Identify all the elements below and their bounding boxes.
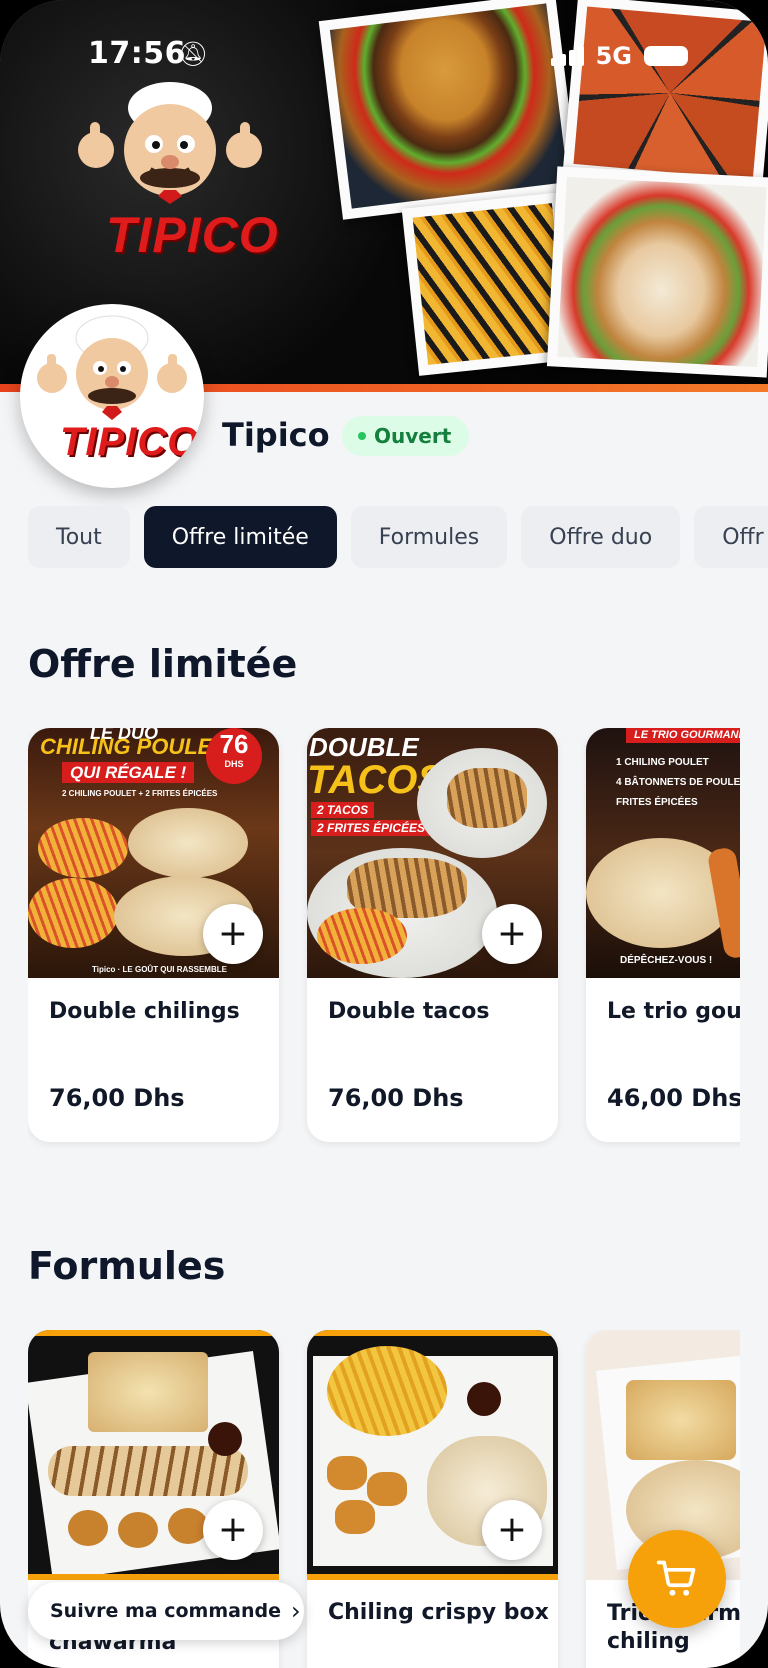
tab-offre-duo[interactable]: Offre duo xyxy=(521,506,681,568)
tab-tout[interactable]: Tout xyxy=(28,506,130,568)
section-title-offre-limitee: Offre limitée xyxy=(28,642,298,686)
restaurant-name: Tipico xyxy=(222,416,330,454)
category-tabs: Tout Offre limitée Formules Offre duo Of… xyxy=(28,506,768,568)
product-card-chiling-crispy-box[interactable]: + Chiling crispy box xyxy=(307,1330,558,1668)
wrap-photo xyxy=(546,166,768,378)
bell-muted-icon: 🔕︎ xyxy=(178,40,209,68)
restaurant-avatar: TIPICO xyxy=(20,304,204,488)
product-price: 76,00 Dhs xyxy=(49,1084,185,1112)
tab-offre-limitee[interactable]: Offre limitée xyxy=(143,506,337,568)
chevron-right-icon: › xyxy=(290,1597,301,1625)
product-price: 46,00 Dhs xyxy=(607,1084,740,1112)
product-card-double-tacos[interactable]: DOUBLE TACOS 2 TACOS 2 FRITES ÉPICÉES + … xyxy=(307,728,558,1142)
status-dot-icon xyxy=(358,432,366,440)
add-to-cart-button[interactable]: + xyxy=(482,904,542,964)
product-image: + xyxy=(307,1330,558,1580)
section-title-formules: Formules xyxy=(28,1244,226,1288)
product-name: Double tacos xyxy=(328,999,490,1024)
offre-limitee-carousel: LE DUO CHILING POULET QUI RÉGALE ! 2 CHI… xyxy=(28,728,740,1148)
product-image: LE DUO CHILING POULET QUI RÉGALE ! 2 CHI… xyxy=(28,728,279,978)
burger-photo xyxy=(318,0,580,220)
tab-formules[interactable]: Formules xyxy=(350,506,508,568)
cart-icon xyxy=(656,1560,696,1596)
pizza-photo xyxy=(562,0,768,191)
product-price: 76,00 Dhs xyxy=(328,1084,464,1112)
open-status-badge: Ouvert xyxy=(342,416,470,456)
track-order-label: Suivre ma commande xyxy=(50,1600,281,1622)
product-image: LE TRIO GOURMAND 1 CHILING POULET 4 BÂTO… xyxy=(586,728,740,978)
app-screen: TIPICO 17:56 🔕︎ 5G TIPICO Tipico Ouvert … xyxy=(0,0,768,1668)
battery-icon xyxy=(644,46,688,66)
status-bar: 17:56 🔕︎ 5G xyxy=(0,36,768,76)
tab-offre-more[interactable]: Offr xyxy=(694,506,768,568)
product-image: + xyxy=(28,1330,279,1580)
product-name: Double chilings xyxy=(49,999,240,1024)
add-to-cart-button[interactable]: + xyxy=(203,904,263,964)
status-badge-label: Ouvert xyxy=(374,424,452,448)
banner-logo-text: TIPICO xyxy=(106,207,279,263)
add-to-cart-button[interactable]: + xyxy=(482,1500,542,1560)
product-image: DOUBLE TACOS 2 TACOS 2 FRITES ÉPICÉES + xyxy=(307,728,558,978)
product-card-le-trio-gourmand[interactable]: LE TRIO GOURMAND 1 CHILING POULET 4 BÂTO… xyxy=(586,728,740,1142)
product-card-double-chilings[interactable]: LE DUO CHILING POULET QUI RÉGALE ! 2 CHI… xyxy=(28,728,279,1142)
signal-icon xyxy=(550,46,584,66)
track-order-button[interactable]: Suivre ma commande › xyxy=(28,1582,304,1640)
status-time: 17:56 xyxy=(88,36,186,71)
price-badge: 76 DHS xyxy=(206,728,262,784)
network-label: 5G xyxy=(595,42,632,70)
product-name: Chiling crispy box xyxy=(328,1600,549,1625)
product-name: Le trio gourmand xyxy=(607,999,740,1024)
add-to-cart-button[interactable]: + xyxy=(203,1500,263,1560)
cart-button[interactable] xyxy=(628,1530,726,1628)
avatar-logo-text: TIPICO xyxy=(60,420,200,464)
banner-logo: TIPICO xyxy=(70,78,279,268)
